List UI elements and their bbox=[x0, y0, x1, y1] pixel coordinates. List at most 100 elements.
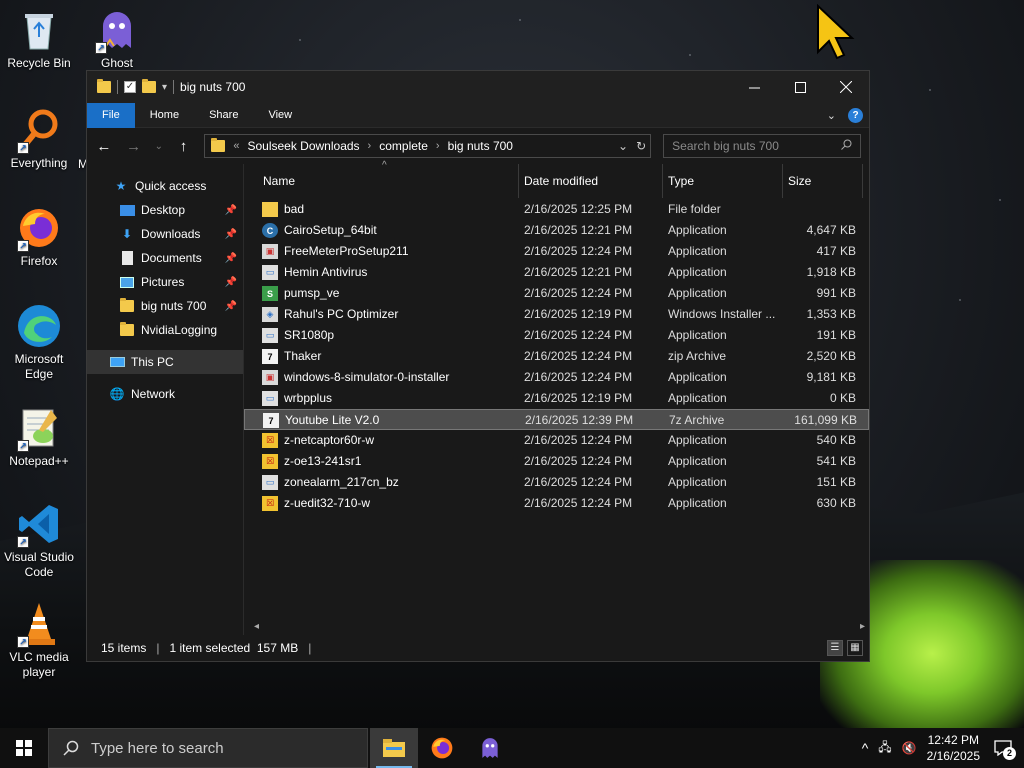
table-row[interactable]: ☒ z-netcaptor60r-w 2/16/2025 12:24 PM Appli… bbox=[244, 430, 869, 451]
nav-item-desktop[interactable]: Desktop 📌 bbox=[87, 198, 243, 222]
close-button[interactable] bbox=[823, 71, 869, 103]
nav-item-big-nuts-700[interactable]: big nuts 700 📌 bbox=[87, 294, 243, 318]
maximize-button[interactable] bbox=[777, 71, 823, 103]
breadcrumb-big-nuts-700[interactable]: big nuts 700 bbox=[448, 139, 513, 153]
z-app-icon: ☒ bbox=[262, 433, 278, 448]
taskbar-clock[interactable]: 12:42 PM 2/16/2025 bbox=[927, 732, 980, 764]
desktop-icon-recycle-bin[interactable]: Recycle Bin bbox=[0, 6, 78, 71]
help-icon[interactable]: ? bbox=[848, 108, 863, 123]
table-row[interactable]: 7 Thaker 2/16/2025 12:24 PM zip Archive 2,52… bbox=[244, 346, 869, 367]
up-arrow-icon[interactable]: ↑ bbox=[175, 138, 193, 155]
table-row[interactable]: ▭ zonealarm_217cn_bz 2/16/2025 12:24 PM App… bbox=[244, 472, 869, 493]
tab-view[interactable]: View bbox=[253, 103, 307, 128]
table-row[interactable]: bad 2/16/2025 12:25 PM File folder bbox=[244, 199, 869, 220]
table-row[interactable]: ◈ Rahul's PC Optimizer 2/16/2025 12:19 PM W… bbox=[244, 304, 869, 325]
forward-arrow-icon[interactable]: → bbox=[125, 138, 143, 155]
address-bar[interactable]: « Soulseek Downloads › complete › big nu… bbox=[204, 134, 652, 158]
nav-item-quick-access[interactable]: ★ Quick access bbox=[87, 174, 243, 198]
column-header-name[interactable]: Name bbox=[258, 164, 519, 198]
table-row[interactable]: ▣ FreeMeterProSetup211 2/16/2025 12:24 PM A… bbox=[244, 241, 869, 262]
table-row[interactable]: ▣ windows-8-simulator-0-installer 2/16/202… bbox=[244, 367, 869, 388]
nav-item-pictures[interactable]: Pictures 📌 bbox=[87, 270, 243, 294]
breadcrumb-soulseek-downloads[interactable]: Soulseek Downloads bbox=[247, 139, 359, 153]
nav-item-network[interactable]: 🌐 Network bbox=[87, 382, 243, 406]
desktop-icon-ghost[interactable]: ↗ Ghost bbox=[78, 6, 156, 71]
refresh-icon[interactable]: ↻ bbox=[636, 139, 646, 153]
expand-ribbon-chevron-icon[interactable]: ⌄ bbox=[827, 109, 836, 122]
tab-share[interactable]: Share bbox=[194, 103, 253, 128]
column-header-type[interactable]: Type bbox=[663, 164, 783, 198]
show-hidden-icons-chevron[interactable]: ^ bbox=[862, 740, 869, 756]
table-row[interactable]: ☒ z-oe13-241sr1 2/16/2025 12:24 PM Applicat… bbox=[244, 451, 869, 472]
taskbar-search-box[interactable]: Type here to search bbox=[48, 728, 368, 768]
recent-locations-chevron-icon[interactable]: ⌄ bbox=[155, 141, 163, 152]
new-folder-icon[interactable] bbox=[142, 79, 156, 93]
desktop-icon-firefox[interactable]: ↗ Firefox bbox=[0, 204, 78, 269]
volume-muted-icon[interactable]: 🔇 bbox=[902, 741, 917, 755]
file-type: Windows Installer ... bbox=[668, 307, 776, 321]
table-row[interactable]: ▭ SR1080p 2/16/2025 12:24 PM Application 191… bbox=[244, 325, 869, 346]
action-center-button[interactable]: 2 bbox=[990, 735, 1016, 761]
search-input[interactable] bbox=[672, 139, 833, 153]
breadcrumb-separator-icon[interactable]: › bbox=[368, 140, 372, 152]
desktop-icon-vlc[interactable]: ↗ VLC media player bbox=[0, 600, 78, 680]
file-name: z-uedit32-710-w bbox=[284, 496, 371, 510]
taskbar-ghost[interactable] bbox=[466, 728, 514, 768]
customize-quick-access-dropdown-icon[interactable]: ▾ bbox=[162, 82, 167, 93]
desktop-icon-everything[interactable]: ↗ Everything bbox=[0, 106, 78, 171]
desktop-icon-notepad-plus-plus[interactable]: ↗ Notepad++ bbox=[0, 404, 78, 469]
properties-checkbox-icon[interactable]: ✓ bbox=[124, 81, 136, 93]
nav-item-label: Downloads bbox=[141, 227, 201, 241]
column-header-date-modified[interactable]: Date modified bbox=[519, 164, 663, 198]
address-overflow-chevron[interactable]: « bbox=[233, 140, 239, 152]
file-name: wrbpplus bbox=[284, 391, 333, 405]
shortcut-arrow-icon: ↗ bbox=[17, 240, 29, 252]
pin-icon: 📌 bbox=[224, 228, 237, 240]
horizontal-scrollbar[interactable]: ◂ ▸ bbox=[250, 618, 869, 635]
scroll-right-icon[interactable]: ▸ bbox=[860, 621, 865, 632]
table-row[interactable]: C CairoSetup_64bit 2/16/2025 12:21 PM Appli… bbox=[244, 220, 869, 241]
nav-item-documents[interactable]: Documents 📌 bbox=[87, 246, 243, 270]
back-arrow-icon[interactable]: ← bbox=[95, 138, 113, 155]
ghost-icon: ↗ bbox=[93, 6, 141, 54]
file-date-modified: 2/16/2025 12:24 PM bbox=[524, 475, 633, 489]
file-size: 417 KB bbox=[816, 244, 856, 258]
tab-home[interactable]: Home bbox=[135, 103, 194, 128]
taskbar-firefox[interactable] bbox=[418, 728, 466, 768]
desktop-icon-vscode[interactable]: ↗ Visual Studio Code bbox=[0, 500, 78, 580]
breadcrumb-complete[interactable]: complete bbox=[379, 139, 428, 153]
title-bar[interactable]: ✓ ▾ big nuts 700 bbox=[87, 71, 869, 103]
scrollbar-track[interactable] bbox=[265, 622, 854, 631]
nav-item-downloads[interactable]: ⬇ Downloads 📌 bbox=[87, 222, 243, 246]
table-row[interactable]: ▭ Hemin Antivirus 2/16/2025 12:21 PM Applic… bbox=[244, 262, 869, 283]
minimize-button[interactable] bbox=[731, 71, 777, 103]
status-bar: 15 items | 1 item selected 157 MB | ☰ ▦ bbox=[87, 635, 869, 661]
nav-item-label: Documents bbox=[141, 251, 202, 265]
start-button[interactable] bbox=[0, 728, 48, 768]
scroll-left-icon[interactable]: ◂ bbox=[254, 621, 259, 632]
desktop-icon-edge[interactable]: Microsoft Edge bbox=[0, 302, 78, 382]
table-row[interactable]: Spumsp_ve 2/16/2025 12:24 PM Application 99… bbox=[244, 283, 869, 304]
table-row[interactable]: ☒ z-uedit32-710-w 2/16/2025 12:24 PM Applic… bbox=[244, 493, 869, 514]
mouse-cursor-icon bbox=[817, 4, 855, 60]
nav-item-nvidialogging[interactable]: NvidiaLogging bbox=[87, 318, 243, 342]
file-date-modified: 2/16/2025 12:24 PM bbox=[524, 328, 633, 342]
application-icon: ▭ bbox=[262, 391, 278, 406]
search-box[interactable] bbox=[663, 134, 861, 158]
large-icons-view-button[interactable]: ▦ bbox=[847, 640, 863, 656]
tab-file[interactable]: File bbox=[87, 102, 135, 128]
table-row[interactable]: 7 Youtube Lite V2.0 2/16/2025 12:39 PM 7z A… bbox=[244, 409, 869, 430]
network-status-icon[interactable]: 🖧 bbox=[878, 738, 891, 759]
address-history-dropdown-icon[interactable]: ⌄ bbox=[618, 139, 628, 153]
nav-item-this-pc[interactable]: This PC bbox=[87, 350, 243, 374]
column-header-size[interactable]: Size bbox=[783, 164, 863, 198]
table-row[interactable]: ▭ wrbpplus 2/16/2025 12:19 PM Application 0 … bbox=[244, 388, 869, 409]
file-size: 991 KB bbox=[816, 286, 856, 300]
breadcrumb-separator-icon[interactable]: › bbox=[436, 140, 440, 152]
file-date-modified: 2/16/2025 12:24 PM bbox=[524, 370, 633, 384]
details-view-button[interactable]: ☰ bbox=[827, 640, 843, 656]
navigation-bar: ← → ⌄ ↑ « Soulseek Downloads › complete … bbox=[87, 128, 869, 164]
computer-icon bbox=[109, 355, 125, 369]
taskbar-file-explorer[interactable] bbox=[370, 728, 418, 768]
file-explorer-icon bbox=[383, 739, 405, 757]
